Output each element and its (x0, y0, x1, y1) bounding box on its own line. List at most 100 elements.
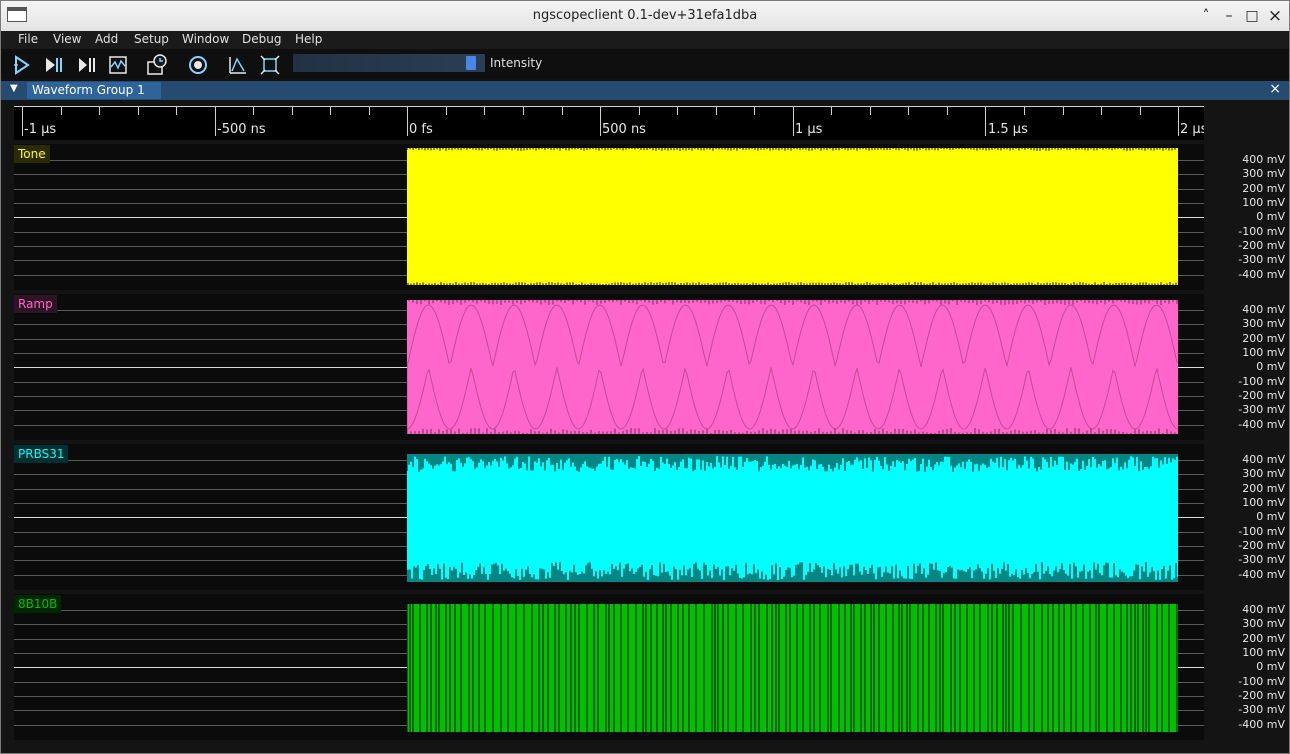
waveform-view-8b10b[interactable]: 8B10B (14, 594, 1204, 740)
waveform-fill (407, 300, 1178, 434)
y-axis-label: -100 mV (1238, 675, 1285, 688)
y-axis[interactable]: 400 mV 300 mV 200 mV 100 mV 0 mV -100 mV -200 … (1209, 444, 1285, 590)
y-axis-label: 400 mV (1242, 453, 1285, 466)
intensity-slider-handle[interactable] (466, 56, 476, 70)
timeline-minor-tick (99, 106, 100, 115)
timeline-minor-tick (523, 106, 524, 115)
y-axis-label: -100 mV (1238, 225, 1285, 238)
timeline-label: 0 fs (409, 122, 433, 137)
y-axis-label: -200 mV (1238, 239, 1285, 252)
timeline-label: 1 µs (795, 122, 823, 137)
history-icon[interactable] (146, 54, 168, 76)
menu-bar: File View Add Setup Window Debug Help (1, 31, 1289, 49)
y-axis-label: -300 mV (1238, 553, 1285, 566)
minimize-button[interactable]: – (1219, 6, 1239, 26)
group-title: Waveform Group 1 (32, 83, 145, 97)
timeline-minor-tick (1063, 106, 1064, 115)
timeline-minor-tick (484, 106, 485, 115)
y-axis-label: -300 mV (1238, 703, 1285, 716)
stop-trigger-icon[interactable] (107, 54, 129, 76)
timeline-minor-tick (253, 106, 254, 115)
y-axis-label: -400 mV (1238, 718, 1285, 731)
menu-setup[interactable]: Setup (134, 32, 169, 46)
menu-debug[interactable]: Debug (242, 32, 281, 46)
y-axis-label: 400 mV (1242, 153, 1285, 166)
timeline-label: -1 µs (24, 122, 57, 137)
y-axis[interactable]: 400 mV 300 mV 200 mV 100 mV 0 mV -100 mV -200 … (1209, 294, 1285, 440)
menu-help[interactable]: Help (295, 32, 322, 46)
waveform-trace (407, 300, 1178, 434)
timeline-minor-tick (908, 106, 909, 115)
collapse-arrow-icon[interactable]: ▼ (10, 83, 18, 94)
waveform-view-tone[interactable]: Tone (14, 144, 1204, 290)
start-trigger-icon[interactable] (11, 54, 33, 76)
y-axis-label: -400 mV (1238, 268, 1285, 281)
timeline[interactable]: -1 µs -500 ns 0 fs 500 ns 1 µs 1.5 µs 2 µs (14, 106, 1204, 140)
y-axis-label: 300 mV (1242, 167, 1285, 180)
y-axis-label: 400 mV (1242, 603, 1285, 616)
y-axis-label: 0 mV (1256, 360, 1285, 373)
timeline-major-tick (22, 106, 23, 136)
close-window-button[interactable]: × (1265, 6, 1285, 26)
force-trigger-icon[interactable] (75, 54, 97, 76)
toolbar: Intensity (1, 49, 1289, 79)
intensity-slider[interactable] (293, 54, 485, 72)
timeline-baseline (14, 106, 1204, 107)
timeline-minor-tick (1101, 106, 1102, 115)
waveform-fill (407, 604, 1178, 732)
timeline-minor-tick (562, 106, 563, 115)
y-axis-label: -400 mV (1238, 418, 1285, 431)
maximize-button[interactable]: □ (1242, 6, 1262, 26)
y-axis-label: 200 mV (1242, 482, 1285, 495)
waveform-trace (407, 148, 1178, 285)
channel-label-tone[interactable]: Tone (14, 145, 50, 163)
y-axis-label: 100 mV (1242, 196, 1285, 209)
measure-icon[interactable] (227, 54, 249, 76)
y-axis-label: 200 mV (1242, 182, 1285, 195)
waveform-trace (407, 604, 1178, 732)
fullscreen-icon[interactable] (259, 54, 281, 76)
timeline-label: -500 ns (217, 122, 266, 137)
y-axis-label: 100 mV (1242, 346, 1285, 359)
timeline-minor-tick (1140, 106, 1141, 115)
waveform-fill (407, 454, 1178, 582)
title-bar[interactable]: ngscopeclient 0.1-dev+31efa1dba ˄ – □ × (1, 1, 1289, 32)
timeline-minor-tick (716, 106, 717, 115)
y-axis-label: -300 mV (1238, 403, 1285, 416)
y-axis[interactable]: 400 mV 300 mV 200 mV 100 mV 0 mV -100 mV -200 … (1209, 594, 1285, 740)
y-axis-label: -200 mV (1238, 689, 1285, 702)
y-axis-label: 0 mV (1256, 660, 1285, 673)
timeline-minor-tick (330, 106, 331, 115)
channel-label-ramp[interactable]: Ramp (14, 295, 57, 313)
intensity-label: Intensity (490, 56, 543, 70)
menu-window[interactable]: Window (182, 32, 229, 46)
y-axis-label: -300 mV (1238, 253, 1285, 266)
y-axis-label: 300 mV (1242, 617, 1285, 630)
waveform-view-prbs31[interactable]: PRBS31 (14, 444, 1204, 590)
channel-label-8b10b[interactable]: 8B10B (14, 595, 62, 613)
menu-view[interactable]: View (53, 32, 81, 46)
waveform-fill (407, 148, 1178, 285)
tab-waveform-group-1[interactable]: Waveform Group 1 (27, 82, 161, 99)
close-group-button[interactable]: × (1269, 81, 1281, 97)
waveform-group-header: ▼ Waveform Group 1 × (1, 81, 1289, 100)
y-axis-label: -200 mV (1238, 389, 1285, 402)
y-axis-label: 300 mV (1242, 467, 1285, 480)
single-trigger-icon[interactable] (43, 54, 65, 76)
waveform-view-ramp[interactable]: Ramp (14, 294, 1204, 440)
y-axis-label: 100 mV (1242, 496, 1285, 509)
y-axis-label: 0 mV (1256, 210, 1285, 223)
shade-button[interactable]: ˄ (1196, 6, 1216, 26)
waveform-group-body: -1 µs -500 ns 0 fs 500 ns 1 µs 1.5 µs 2 µs Ton… (1, 100, 1289, 753)
timeline-minor-tick (754, 106, 755, 115)
timeline-major-tick (215, 106, 216, 136)
timeline-minor-tick (947, 106, 948, 115)
menu-add[interactable]: Add (95, 32, 118, 46)
menu-file[interactable]: File (18, 32, 38, 46)
channel-label-prbs31[interactable]: PRBS31 (14, 445, 69, 463)
y-axis-label: 100 mV (1242, 646, 1285, 659)
refresh-icon[interactable] (187, 54, 209, 76)
y-axis[interactable]: 400 mV 300 mV 200 mV 100 mV 0 mV -100 mV -200 … (1209, 144, 1285, 290)
timeline-minor-tick (639, 106, 640, 115)
y-axis-label: 0 mV (1256, 510, 1285, 523)
